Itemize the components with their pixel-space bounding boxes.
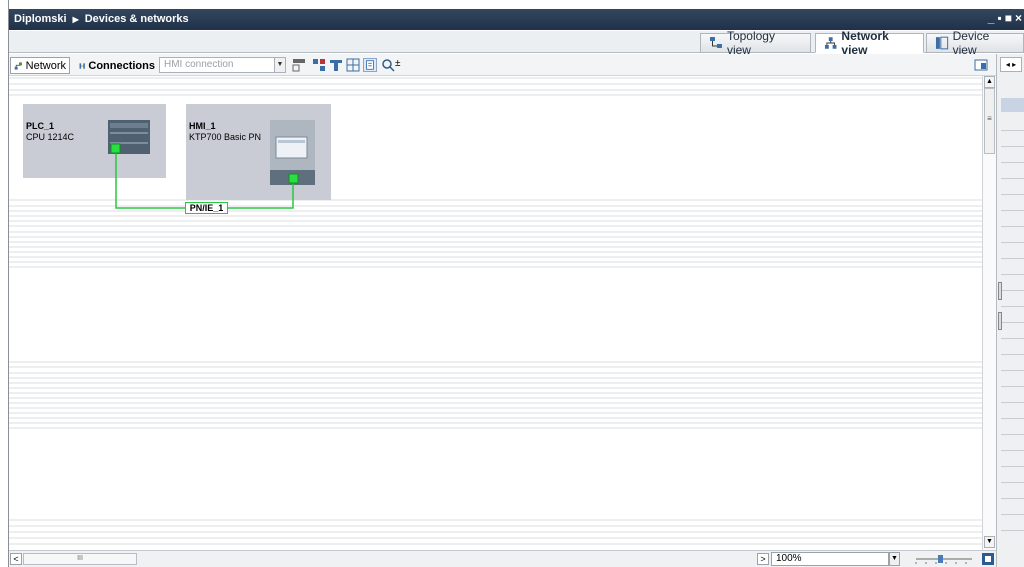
scroll-right-icon[interactable]: >: [757, 553, 769, 565]
topology-icon: [709, 37, 722, 48]
connection-type-select[interactable]: HMI connection: [159, 57, 275, 73]
side-panel-header: [1001, 98, 1024, 112]
network-icon: [824, 37, 837, 49]
close-icon[interactable]: ×: [1015, 11, 1022, 25]
chevron-down-icon[interactable]: ▼: [274, 57, 286, 73]
zoom-slider[interactable]: [914, 554, 974, 564]
network-label[interactable]: PN/IE_1: [185, 202, 228, 214]
breadcrumb: Diplomski ▶ Devices & networks: [14, 13, 189, 25]
network-mode-label: Network: [25, 59, 66, 72]
overview-navigation-icon[interactable]: [982, 553, 994, 565]
scroll-down-icon[interactable]: ▼: [984, 536, 995, 548]
breadcrumb-project[interactable]: Diplomski: [14, 13, 67, 25]
maximize-icon[interactable]: ■: [1005, 11, 1012, 25]
minimize-icon[interactable]: _: [988, 11, 995, 25]
overview-side-panel: ◂ ▸: [996, 54, 1024, 567]
view-tabs: Topology view Network view Device view: [9, 29, 1024, 57]
page-break-icon[interactable]: [363, 58, 377, 72]
scroll-up-icon[interactable]: ▲: [984, 76, 995, 88]
network-overview-icon[interactable]: [312, 58, 326, 72]
tab-label: Topology view: [726, 29, 775, 57]
tab-device-view[interactable]: Device view: [926, 29, 1024, 57]
link-plc[interactable]: [115, 148, 185, 209]
save-layout-icon[interactable]: [329, 58, 343, 72]
zoom-field[interactable]: 100%: [771, 552, 889, 566]
network-canvas[interactable]: PLC_1 CPU 1214C HMI_1 KTP700 Basic PN PN…: [9, 76, 982, 550]
scroll-left-icon[interactable]: <: [10, 553, 22, 565]
connections-icon: [79, 62, 85, 69]
scroll-thumb[interactable]: ≡: [984, 88, 995, 154]
zoom-options-icon[interactable]: ±: [395, 58, 409, 72]
grid-icon[interactable]: [346, 58, 360, 72]
zoom-icon[interactable]: [381, 58, 395, 72]
hmi-port[interactable]: [288, 173, 299, 184]
show-addresses-icon[interactable]: [292, 58, 306, 72]
connections-mode-label: Connections: [88, 59, 155, 72]
side-panel-nav-icon[interactable]: ◂ ▸: [1000, 57, 1022, 72]
breadcrumb-editor[interactable]: Devices & networks: [85, 13, 189, 25]
device-icon: [935, 36, 949, 50]
editor-title-bar: Diplomski ▶ Devices & networks _ ▪ ■ ×: [9, 9, 1024, 30]
tab-topology-view[interactable]: Topology view: [700, 29, 811, 57]
horizontal-scrollbar[interactable]: < III > 100% ▼: [9, 550, 996, 567]
tab-network-view[interactable]: Network view: [815, 29, 924, 57]
network-icon: [14, 61, 22, 70]
float-icon[interactable]: ▪: [997, 11, 1001, 25]
plc-port[interactable]: [110, 143, 121, 154]
scroll-thumb-horizontal[interactable]: III: [23, 553, 137, 565]
network-toolbar: Network Connections HMI connection ▼ ±: [9, 54, 1024, 76]
chevron-down-icon[interactable]: ▼: [889, 552, 900, 566]
link-hmi[interactable]: [228, 179, 294, 209]
connections-mode-button[interactable]: Connections: [76, 57, 158, 74]
panel-collapse-handle[interactable]: [998, 282, 1002, 300]
show-overview-icon[interactable]: [974, 58, 988, 72]
left-pane-edge: [0, 0, 9, 567]
panel-expand-handle[interactable]: [998, 312, 1002, 330]
window-controls: _ ▪ ■ ×: [988, 11, 1022, 25]
network-mode-button[interactable]: Network: [10, 57, 70, 74]
tab-label: Device view: [952, 29, 990, 57]
network-links: [110, 143, 299, 209]
tab-label: Network view: [841, 29, 889, 57]
chevron-right-icon: ▶: [72, 14, 79, 24]
vertical-scrollbar[interactable]: ▲ ≡ ▼: [982, 76, 996, 550]
